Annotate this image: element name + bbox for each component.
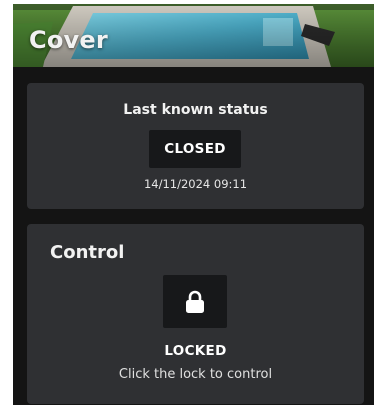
cover-app: Cover Last known status CLOSED 14/11/202…: [13, 4, 374, 405]
hero-banner: Cover: [13, 4, 374, 67]
padlock-icon: [186, 290, 204, 313]
status-heading: Last known status: [123, 102, 268, 118]
control-card: Control LOCKED Click the lock to control: [27, 224, 364, 404]
status-card: Last known status CLOSED 14/11/2024 09:1…: [27, 83, 364, 209]
control-title: Control: [50, 242, 125, 263]
lock-button[interactable]: [163, 275, 227, 328]
status-badge: CLOSED: [149, 130, 241, 168]
status-timestamp: 14/11/2024 09:11: [143, 177, 248, 191]
page-title: Cover: [29, 26, 108, 54]
lock-hint: Click the lock to control: [118, 367, 273, 382]
lock-state-label: LOCKED: [164, 343, 227, 359]
